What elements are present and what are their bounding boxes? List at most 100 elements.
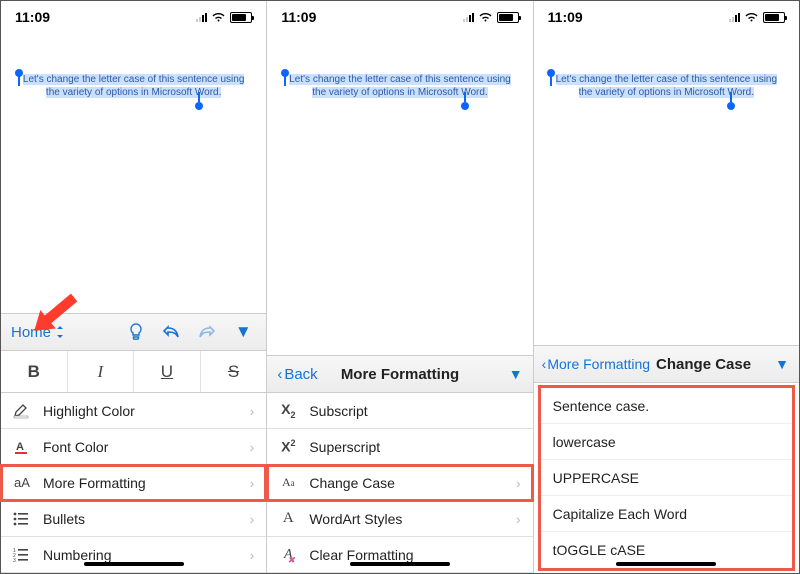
svg-text:3: 3 <box>13 558 16 562</box>
home-indicator[interactable] <box>616 562 716 566</box>
chevron-right-icon: › <box>250 547 255 563</box>
back-label: More Formatting <box>547 356 650 372</box>
bullets-icon <box>13 512 31 526</box>
redo-icon[interactable] <box>196 324 222 340</box>
wordart-icon: A <box>279 510 297 527</box>
back-button[interactable]: ‹ More Formatting <box>542 356 650 372</box>
row-clear-formatting[interactable]: A Clear Formatting <box>267 537 532 573</box>
document-area[interactable]: Let's change the letter case of this sen… <box>1 33 266 313</box>
row-numbering[interactable]: 123 Numbering › <box>1 537 266 573</box>
collapse-icon[interactable]: ▼ <box>775 356 789 372</box>
status-time: 11:09 <box>15 9 50 25</box>
row-change-case[interactable]: Aa Change Case › <box>267 465 532 501</box>
option-lowercase[interactable]: lowercase <box>541 424 792 460</box>
panel3-toolbar: ‹ More Formatting Change Case ▼ <box>534 345 799 383</box>
row-subscript[interactable]: X2 Subscript <box>267 393 532 429</box>
status-indicators <box>196 12 252 23</box>
numbering-icon: 123 <box>13 548 31 562</box>
wifi-icon <box>211 12 226 23</box>
signal-icon <box>729 13 740 22</box>
status-indicators <box>729 12 785 23</box>
collapse-icon[interactable]: ▼ <box>509 366 523 382</box>
status-bar: 11:09 <box>534 1 799 33</box>
row-superscript[interactable]: X2 Superscript <box>267 429 532 465</box>
panel-change-case: 11:09 Let's change the letter case of th… <box>534 1 799 573</box>
subscript-icon: X2 <box>279 401 297 420</box>
option-capitalize[interactable]: Capitalize Each Word <box>541 496 792 532</box>
wifi-icon <box>744 12 759 23</box>
battery-icon <box>763 12 785 23</box>
row-wordart[interactable]: A WordArt Styles › <box>267 501 532 537</box>
chevron-right-icon: › <box>250 403 255 419</box>
format-strip: B I U S <box>1 351 266 393</box>
home-indicator[interactable] <box>84 562 184 566</box>
row-more-formatting[interactable]: aA More Formatting › <box>1 465 266 501</box>
selected-text[interactable]: Let's change the letter case of this sen… <box>551 73 781 100</box>
option-label: tOGGLE cASE <box>553 542 646 558</box>
row-label: Change Case <box>309 475 395 491</box>
updown-icon <box>55 326 65 338</box>
font-color-icon: A <box>13 439 31 455</box>
underline-button[interactable]: U <box>134 351 201 392</box>
selected-text[interactable]: Let's change the letter case of this sen… <box>285 73 515 100</box>
panel-more-formatting: 11:09 Let's change the letter case of th… <box>267 1 533 573</box>
document-area[interactable]: Let's change the letter case of this sen… <box>534 33 799 345</box>
chevron-right-icon: › <box>250 475 255 491</box>
three-panel-screenshot: 11:09 Let's change the letter case of th… <box>0 0 800 574</box>
option-uppercase[interactable]: UPPERCASE <box>541 460 792 496</box>
chevron-right-icon: › <box>516 475 521 491</box>
wifi-icon <box>478 12 493 23</box>
row-highlight-color[interactable]: Highlight Color › <box>1 393 266 429</box>
back-button[interactable]: ‹ Back <box>277 366 317 383</box>
status-indicators <box>463 12 519 23</box>
battery-icon <box>497 12 519 23</box>
selection-handle-end[interactable] <box>727 102 735 110</box>
chevron-left-icon: ‹ <box>542 356 547 372</box>
signal-icon <box>196 13 207 22</box>
back-label: Back <box>284 366 317 383</box>
signal-icon <box>463 13 474 22</box>
row-bullets[interactable]: Bullets › <box>1 501 266 537</box>
option-label: UPPERCASE <box>553 470 639 486</box>
chevron-right-icon: › <box>250 439 255 455</box>
strike-button[interactable]: S <box>201 351 267 392</box>
row-label: Numbering <box>43 547 111 563</box>
row-label: Highlight Color <box>43 403 135 419</box>
row-label: More Formatting <box>43 475 146 491</box>
change-case-icon: Aa <box>279 475 297 490</box>
selection-handle-end[interactable] <box>195 102 203 110</box>
row-label: Clear Formatting <box>309 547 413 563</box>
undo-icon[interactable] <box>162 324 188 340</box>
chevron-left-icon: ‹ <box>277 366 282 383</box>
panel-title: Change Case <box>656 356 751 373</box>
superscript-icon: X2 <box>279 438 297 455</box>
chevron-right-icon: › <box>250 511 255 527</box>
selected-text[interactable]: Let's change the letter case of this sen… <box>19 73 249 100</box>
home-indicator[interactable] <box>350 562 450 566</box>
row-label: Subscript <box>309 403 367 419</box>
panel2-toolbar: ‹ Back More Formatting ▼ <box>267 355 532 393</box>
change-case-options: Sentence case. lowercase UPPERCASE Capit… <box>538 385 795 571</box>
document-area[interactable]: Let's change the letter case of this sen… <box>267 33 532 355</box>
option-sentence-case[interactable]: Sentence case. <box>541 388 792 424</box>
highlight-icon <box>13 403 31 419</box>
italic-button[interactable]: I <box>68 351 135 392</box>
row-font-color[interactable]: A Font Color › <box>1 429 266 465</box>
row-label: WordArt Styles <box>309 511 402 527</box>
row-label: Superscript <box>309 439 380 455</box>
option-label: Sentence case. <box>553 398 650 414</box>
collapse-icon[interactable]: ▼ <box>230 322 256 342</box>
row-label: Font Color <box>43 439 108 455</box>
svg-text:A: A <box>16 441 24 453</box>
status-bar: 11:09 <box>1 1 266 33</box>
status-bar: 11:09 <box>267 1 532 33</box>
status-time: 11:09 <box>548 9 583 25</box>
chevron-right-icon: › <box>516 511 521 527</box>
lightbulb-icon[interactable] <box>128 323 154 341</box>
bold-button[interactable]: B <box>1 351 68 392</box>
more-formatting-icon: aA <box>13 475 31 490</box>
battery-icon <box>230 12 252 23</box>
clear-formatting-icon: A <box>279 547 297 563</box>
selection-handle-end[interactable] <box>461 102 469 110</box>
row-label: Bullets <box>43 511 85 527</box>
